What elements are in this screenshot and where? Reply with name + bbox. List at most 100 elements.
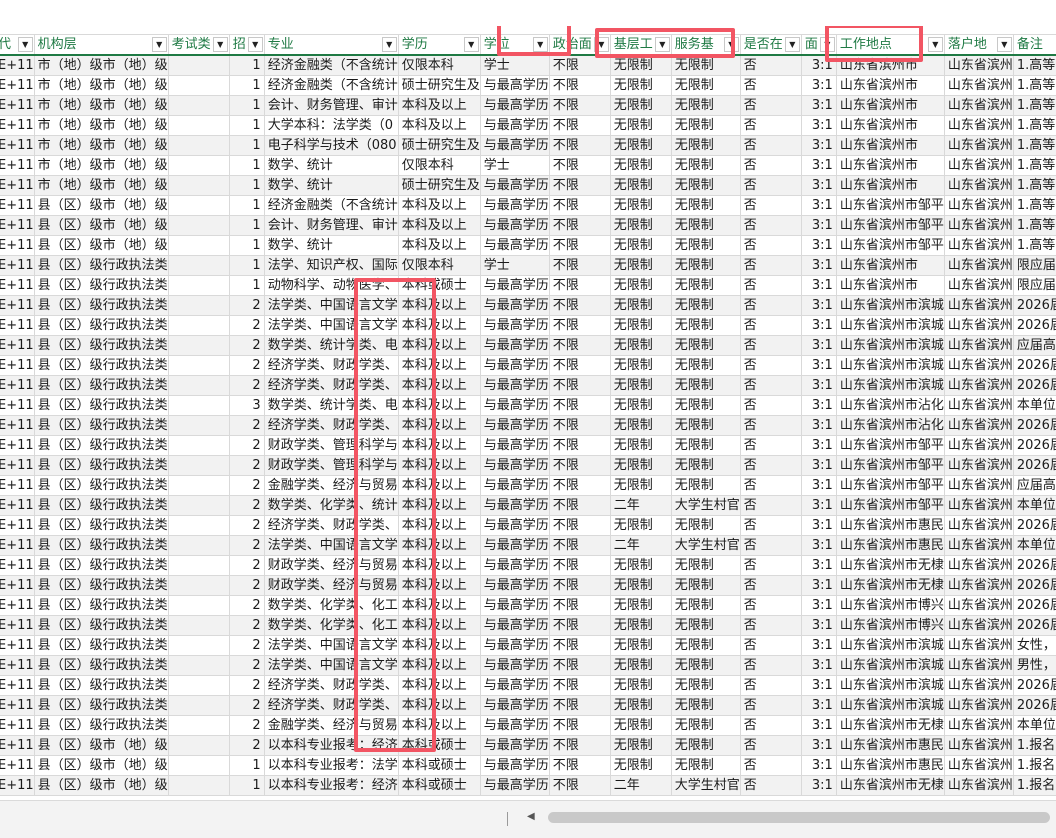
table-cell[interactable]: 1.高等学: [1012, 195, 1056, 216]
table-cell[interactable]: 否: [739, 215, 802, 236]
table-cell[interactable]: 县（区）级行政执法类: [33, 335, 169, 356]
filter-dropdown-icon[interactable]: ▼: [532, 37, 548, 52]
table-cell[interactable]: 硕士研究生及: [397, 135, 481, 156]
table-cell[interactable]: 1: [228, 95, 265, 116]
table-cell[interactable]: 否: [739, 155, 802, 176]
table-cell[interactable]: 无限制: [609, 455, 672, 476]
table-cell[interactable]: 不限: [548, 775, 611, 796]
table-cell[interactable]: 山东省滨州市滨城: [835, 315, 945, 336]
table-cell[interactable]: 无限制: [670, 455, 741, 476]
table-cell[interactable]: 县（区）级市（地）级: [33, 195, 169, 216]
table-cell[interactable]: 不限: [548, 235, 611, 256]
table-cell[interactable]: 1: [228, 255, 265, 276]
table-cell[interactable]: 2: [228, 535, 265, 556]
table-cell[interactable]: 县（区）级行政执法类: [33, 675, 169, 696]
filter-dropdown-icon[interactable]: ▼: [654, 37, 670, 52]
table-cell[interactable]: 本科及以上: [397, 615, 481, 636]
table-cell[interactable]: 无限制: [670, 135, 741, 156]
table-cell[interactable]: 否: [739, 235, 802, 256]
table-cell[interactable]: 本科或硕士: [397, 735, 481, 756]
table-cell[interactable]: 3:1: [800, 415, 837, 436]
table-cell[interactable]: 山东省滨州: [943, 315, 1014, 336]
table-cell[interactable]: 2026届高: [1012, 315, 1056, 336]
table-cell[interactable]: 3:1: [800, 635, 837, 656]
table-cell[interactable]: E+11: [0, 755, 35, 776]
table-cell[interactable]: 3:1: [800, 735, 837, 756]
table-cell[interactable]: 本科及以上: [397, 655, 481, 676]
table-cell[interactable]: 大学生村官: [670, 535, 741, 556]
filter-dropdown-icon[interactable]: ▼: [381, 37, 397, 52]
table-cell[interactable]: 山东省滨州: [943, 455, 1014, 476]
table-cell[interactable]: [167, 155, 230, 176]
column-header[interactable]: 招 ▼: [228, 34, 265, 56]
table-cell[interactable]: [167, 595, 230, 616]
table-cell[interactable]: 否: [739, 555, 802, 576]
table-cell[interactable]: 市（地）级市（地）级: [33, 135, 169, 156]
table-cell[interactable]: 否: [739, 575, 802, 596]
table-cell[interactable]: 本科或硕士: [397, 755, 481, 776]
table-cell[interactable]: 仅限本科: [397, 155, 481, 176]
table-cell[interactable]: 2026届高: [1012, 515, 1056, 536]
table-cell[interactable]: [167, 235, 230, 256]
table-cell[interactable]: 1: [228, 155, 265, 176]
column-header[interactable]: 学历 ▼: [397, 34, 481, 56]
table-cell[interactable]: 否: [739, 315, 802, 336]
table-cell[interactable]: 本单位可: [1012, 715, 1056, 736]
table-cell[interactable]: E+11: [0, 255, 35, 276]
table-cell[interactable]: 山东省滨州: [943, 555, 1014, 576]
table-cell[interactable]: 县（区）级行政执法类: [33, 595, 169, 616]
table-cell[interactable]: 无限制: [609, 355, 672, 376]
table-cell[interactable]: 会计、财务管理、审计: [263, 215, 399, 236]
table-cell[interactable]: 1.高等学: [1012, 135, 1056, 156]
table-cell[interactable]: 2: [228, 575, 265, 596]
table-cell[interactable]: 本科及以上: [397, 235, 481, 256]
table-cell[interactable]: 县（区）级行政执法类: [33, 255, 169, 276]
table-cell[interactable]: 与最高学历: [479, 275, 550, 296]
table-cell[interactable]: 否: [739, 675, 802, 696]
table-cell[interactable]: 不限: [548, 75, 611, 96]
table-cell[interactable]: 山东省滨州: [943, 95, 1014, 116]
table-cell[interactable]: 无限制: [609, 255, 672, 276]
table-cell[interactable]: 无限制: [670, 295, 741, 316]
table-cell[interactable]: 2: [228, 355, 265, 376]
table-cell[interactable]: 3: [228, 395, 265, 416]
table-cell[interactable]: 3:1: [800, 555, 837, 576]
spreadsheet-grid[interactable]: 代▼机构层▼考试类▼招▼专业▼学历▼学位▼政治面▼基层工▼服务基▼是否在▼面▼工…: [0, 26, 1056, 800]
table-cell[interactable]: 数学类、统计学类、电: [263, 395, 399, 416]
table-cell[interactable]: 硕士研究生及: [397, 175, 481, 196]
table-cell[interactable]: 本科及以上: [397, 515, 481, 536]
column-header[interactable]: 工作地点 ▼: [835, 34, 945, 56]
table-cell[interactable]: 1: [228, 215, 265, 236]
table-cell[interactable]: 山东省滨州: [943, 675, 1014, 696]
table-cell[interactable]: 山东省滨州市沾化: [835, 395, 945, 416]
table-cell[interactable]: 山东省滨州: [943, 595, 1014, 616]
table-cell[interactable]: [167, 255, 230, 276]
table-cell[interactable]: 2026届高: [1012, 295, 1056, 316]
table-cell[interactable]: 山东省滨州市邹平: [835, 495, 945, 516]
table-cell[interactable]: E+11: [0, 155, 35, 176]
table-cell[interactable]: [167, 395, 230, 416]
table-cell[interactable]: 数学类、化学类、统计: [263, 495, 399, 516]
table-cell[interactable]: 市（地）级市（地）级: [33, 54, 169, 76]
table-cell[interactable]: 无限制: [670, 335, 741, 356]
table-cell[interactable]: [167, 455, 230, 476]
table-cell[interactable]: 无限制: [609, 295, 672, 316]
table-cell[interactable]: 山东省滨州: [943, 715, 1014, 736]
table-cell[interactable]: 无限制: [670, 555, 741, 576]
table-cell[interactable]: 与最高学历: [479, 235, 550, 256]
filter-dropdown-icon[interactable]: ▼: [927, 37, 943, 52]
column-header[interactable]: 是否在 ▼: [739, 34, 802, 56]
column-header[interactable]: 基层工 ▼: [609, 34, 672, 56]
table-cell[interactable]: 县（区）级市（地）级: [33, 735, 169, 756]
table-cell[interactable]: 不限: [548, 755, 611, 776]
table-cell[interactable]: 山东省滨州市: [835, 175, 945, 196]
table-cell[interactable]: 无限制: [609, 175, 672, 196]
table-cell[interactable]: 市（地）级市（地）级: [33, 115, 169, 136]
table-cell[interactable]: 无限制: [670, 75, 741, 96]
table-cell[interactable]: E+11: [0, 235, 35, 256]
table-cell[interactable]: 否: [739, 295, 802, 316]
table-cell[interactable]: 山东省滨州市滨城: [835, 295, 945, 316]
table-cell[interactable]: 山东省滨州市博兴: [835, 615, 945, 636]
table-cell[interactable]: [167, 335, 230, 356]
table-cell[interactable]: E+11: [0, 595, 35, 616]
